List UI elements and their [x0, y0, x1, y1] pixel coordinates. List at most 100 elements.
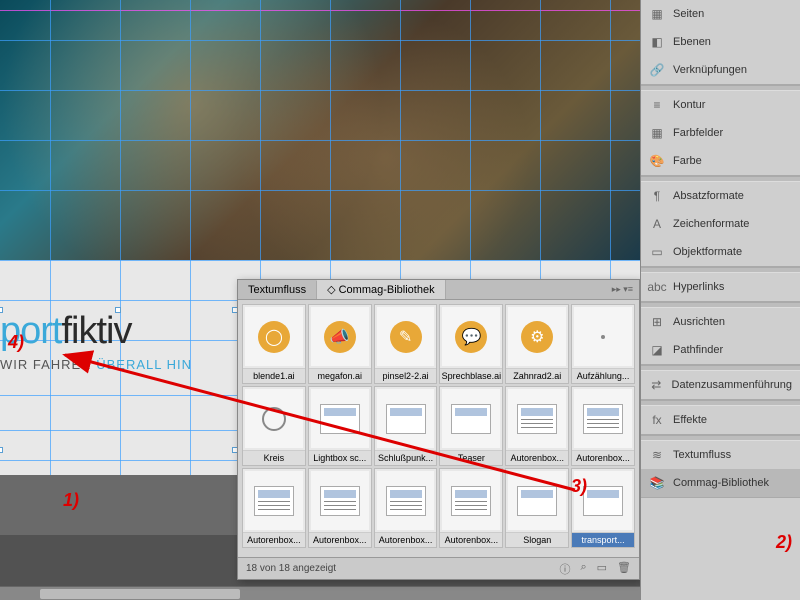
library-item[interactable]: ◯ blende1.ai: [242, 304, 306, 384]
datenzusammenführung-icon: ⇄: [649, 377, 664, 393]
panel-button-datenzusammenf-hrung[interactable]: ⇄ Datenzusammenführung: [641, 371, 800, 399]
library-item[interactable]: Aufzählung...: [571, 304, 635, 384]
library-item-label: Sprechblase.ai: [440, 368, 502, 383]
library-item-label: Kreis: [243, 450, 305, 465]
placed-image-earth[interactable]: [0, 0, 640, 260]
library-item[interactable]: Schlußpunk...: [374, 386, 438, 466]
ebenen-icon: ◧: [649, 34, 665, 50]
library-thumb: [574, 389, 632, 448]
library-item[interactable]: 📣 megafon.ai: [308, 304, 372, 384]
library-item-label: Lightbox sc...: [309, 450, 371, 465]
ausrichten-icon: ⊞: [649, 314, 665, 330]
panel-button-label: Seiten: [673, 8, 704, 20]
library-thumb: ◯: [245, 307, 303, 366]
panel-button-hyperlinks[interactable]: abcHyperlinks: [641, 273, 800, 301]
panel-button-label: Absatzformate: [673, 190, 744, 202]
panel-button-ausrichten[interactable]: ⊞Ausrichten: [641, 308, 800, 336]
panel-button-label: Zeichenformate: [673, 218, 749, 230]
panel-button-kontur[interactable]: ≡Kontur: [641, 91, 800, 119]
library-thumb: [508, 389, 566, 448]
library-thumb: [311, 389, 369, 448]
status-count: 18 von 18 angezeigt: [246, 563, 336, 574]
library-thumb: [442, 471, 500, 530]
library-thumb: [311, 471, 369, 530]
library-item[interactable]: ⚙Zahnrad2.ai: [505, 304, 569, 384]
library-item[interactable]: 💬 Sprechblase.ai: [439, 304, 503, 384]
zeichenformate-icon: A: [649, 216, 665, 232]
panel-button-label: Ebenen: [673, 36, 711, 48]
panel-button-farbe[interactable]: 🎨 Farbe: [641, 147, 800, 175]
panel-button-label: Pathfinder: [673, 344, 723, 356]
library-item-label: pinsel2-2.ai: [375, 368, 437, 383]
library-grid: ◯ blende1.ai 📣 megafon.ai ✎ pinsel2-2.ai 💬 Spre…: [238, 300, 639, 552]
tab-textumfluss[interactable]: Textumfluss: [238, 281, 317, 299]
library-thumb: [574, 307, 632, 366]
farbfelder-icon: ▦: [649, 125, 665, 141]
library-thumb: [245, 471, 303, 530]
kontur-icon: ≡: [649, 97, 665, 113]
absatzformate-icon: ¶: [649, 188, 665, 204]
library-item-label: Teaser: [440, 450, 502, 465]
library-item-label: Autorenbox...: [506, 450, 568, 465]
new-library-icon[interactable]: ▭: [597, 561, 607, 577]
panel-button-absatzformate[interactable]: ¶ Absatzformate: [641, 182, 800, 210]
panel-tabs: Textumfluss ◇ Commag-Bibliothek ▸▸ ▾≡: [238, 280, 639, 300]
panel-button-farbfelder[interactable]: ▦Farbfelder: [641, 119, 800, 147]
panel-button-verkn-pfungen[interactable]: 🔗Verknüpfungen: [641, 56, 800, 84]
panel-button-label: Textumfluss: [673, 449, 731, 461]
library-item-label: Schlußpunk...: [375, 450, 437, 465]
tab-commag-bibliothek[interactable]: ◇ Commag-Bibliothek: [317, 280, 446, 299]
annotation-4: 4): [8, 332, 24, 353]
library-item[interactable]: Teaser: [439, 386, 503, 466]
panel-button-commag-bibliothek[interactable]: 📚Commag-Bibliothek: [641, 469, 800, 497]
effekte-icon: fx: [649, 412, 665, 428]
info-icon[interactable]: ⓘ: [559, 561, 570, 577]
horizontal-scrollbar[interactable]: [0, 586, 640, 600]
panel-button-effekte[interactable]: fxEffekte: [641, 406, 800, 434]
panel-button-label: Hyperlinks: [673, 281, 724, 293]
library-item-label: Aufzählung...: [572, 368, 634, 383]
library-item[interactable]: Kreis: [242, 386, 306, 466]
library-thumb: ⚙: [508, 307, 566, 366]
annotation-1: 1): [63, 490, 79, 511]
library-item[interactable]: Lightbox sc...: [308, 386, 372, 466]
library-item[interactable]: Autorenbox...: [571, 386, 635, 466]
text-frame-logo[interactable]: portfiktiv WIR FAHREN ÜBERALL HIN: [0, 310, 235, 450]
panel-button-objektformate[interactable]: ▭Objektformate: [641, 238, 800, 266]
library-item-label: transport...: [572, 532, 634, 547]
panel-button-seiten[interactable]: ▦Seiten: [641, 0, 800, 28]
library-item[interactable]: Autorenbox...: [505, 386, 569, 466]
panel-dock: ▦Seiten◧Ebenen🔗Verknüpfungen≡Kontur▦Farb…: [640, 0, 800, 600]
library-item[interactable]: Autorenbox...: [374, 468, 438, 548]
library-thumb: 📣: [311, 307, 369, 366]
library-item-label: megafon.ai: [309, 368, 371, 383]
farbe-icon: 🎨: [649, 153, 665, 169]
search-icon[interactable]: ⌕: [580, 561, 586, 577]
library-item[interactable]: Autorenbox...: [439, 468, 503, 548]
trash-icon[interactable]: 🗑: [617, 561, 631, 577]
library-item-label: blende1.ai: [243, 368, 305, 383]
library-item[interactable]: Autorenbox...: [242, 468, 306, 548]
library-item[interactable]: Slogan: [505, 468, 569, 548]
library-item-label: Slogan: [506, 532, 568, 547]
pathfinder-icon: ◪: [649, 342, 665, 358]
library-thumb: ✎: [377, 307, 435, 366]
tagline-text: WIR FAHREN ÜBERALL HIN: [0, 357, 235, 372]
library-panel: Textumfluss ◇ Commag-Bibliothek ▸▸ ▾≡ ◯ b…: [237, 279, 640, 580]
panel-button-pathfinder[interactable]: ◪ Pathfinder: [641, 336, 800, 364]
library-item-label: Autorenbox...: [440, 532, 502, 547]
panel-menu-icon[interactable]: ▸▸ ▾≡: [606, 284, 639, 295]
library-item[interactable]: Autorenbox...: [308, 468, 372, 548]
annotation-2: 2): [776, 532, 792, 553]
library-thumb: 💬: [442, 307, 500, 366]
commag-bibliothek-icon: 📚: [649, 475, 665, 491]
library-item[interactable]: ✎ pinsel2-2.ai: [374, 304, 438, 384]
panel-button-zeichenformate[interactable]: A Zeichenformate: [641, 210, 800, 238]
panel-button-ebenen[interactable]: ◧ Ebenen: [641, 28, 800, 56]
library-item-label: Autorenbox...: [572, 450, 634, 465]
library-item-label: Autorenbox...: [309, 532, 371, 547]
library-thumb: [377, 389, 435, 448]
panel-button-label: Farbe: [673, 155, 702, 167]
panel-button-label: Datenzusammenführung: [672, 379, 792, 391]
panel-button-textumfluss[interactable]: ≋Textumfluss: [641, 441, 800, 469]
